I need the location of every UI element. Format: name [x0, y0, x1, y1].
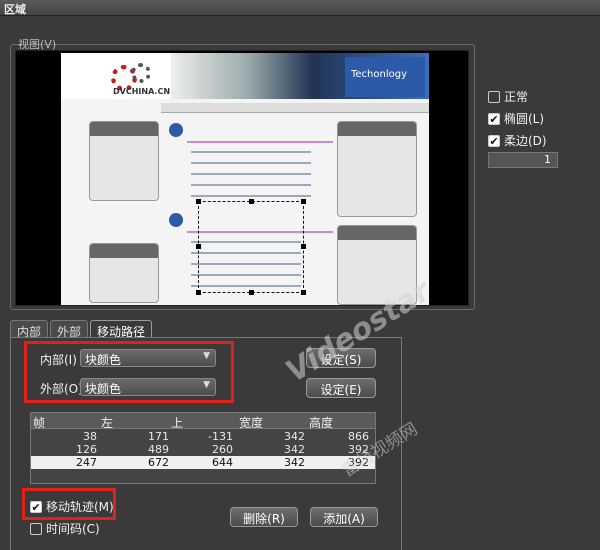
tab-inner[interactable]: 内部 — [10, 320, 49, 339]
section-icon — [169, 213, 183, 227]
option-ellipse[interactable]: ✔ 椭圆(L) — [488, 110, 544, 127]
soft-edge-value-input[interactable]: 1 — [488, 152, 558, 168]
mailbox-box — [89, 243, 159, 303]
table-row[interactable]: 38 171 -131 342 866 — [31, 430, 375, 443]
option-ellipse-label: 椭圆(L) — [504, 112, 545, 126]
table-header: 帧 左 上 宽度 高度 — [31, 413, 375, 430]
resize-handle[interactable] — [196, 199, 201, 204]
webpage-header: DVCHINA.CN Techonlogy — [61, 53, 429, 99]
keyframe-table[interactable]: 帧 左 上 宽度 高度 38 171 -131 342 866 126 489 … — [30, 412, 376, 484]
preview-area[interactable]: DVCHINA.CN Techonlogy — [15, 50, 469, 306]
section-icon — [169, 123, 183, 137]
resize-handle[interactable] — [196, 244, 201, 249]
option-soft-edge-label: 柔边(D) — [504, 134, 547, 148]
resize-handle[interactable] — [249, 290, 254, 295]
highlight-box — [22, 488, 116, 520]
timecode-label: 时间码(C) — [46, 522, 100, 536]
table-row[interactable]: 126 489 260 342 392 — [31, 443, 375, 456]
banner-text: Techonlogy — [345, 57, 425, 97]
table-row-selected[interactable]: 247 672 644 342 392 — [31, 456, 375, 469]
timecode-option[interactable]: 时间码(C) — [30, 520, 100, 537]
article-list — [191, 151, 311, 206]
outer-settings-button[interactable]: 设定(E) — [306, 378, 376, 398]
login-box — [89, 121, 159, 201]
window-title: 区域 — [0, 0, 600, 16]
region-selection[interactable] — [196, 199, 306, 295]
add-button[interactable]: 添加(A) — [310, 507, 378, 527]
highlight-box — [24, 341, 234, 403]
option-normal[interactable]: 正常 — [488, 88, 528, 105]
logo-text: DVCHINA.CN — [113, 87, 171, 96]
option-soft-edge[interactable]: ✔ 柔边(D) — [488, 132, 547, 149]
header-left: 左 — [101, 416, 114, 430]
header-top: 上 — [171, 416, 184, 430]
resize-handle[interactable] — [301, 244, 306, 249]
header-width: 宽度 — [239, 416, 264, 430]
header-height: 高度 — [309, 416, 334, 430]
tab-outer[interactable]: 外部 — [50, 320, 89, 339]
checkbox-normal[interactable] — [488, 90, 500, 103]
checkbox-timecode[interactable] — [30, 522, 42, 535]
gear-icon — [131, 63, 151, 83]
section-divider — [187, 141, 333, 143]
checkbox-ellipse[interactable]: ✔ — [488, 112, 500, 125]
webpage-logo: DVCHINA.CN — [81, 61, 170, 96]
option-normal-label: 正常 — [504, 90, 529, 104]
resize-handle[interactable] — [301, 290, 306, 295]
tab-motion-path[interactable]: 移动路径 — [90, 320, 153, 339]
resize-handle[interactable] — [301, 199, 306, 204]
checkbox-soft-edge[interactable]: ✔ — [488, 134, 500, 147]
webpage-banner: Techonlogy — [171, 53, 429, 99]
tab-bar: 内部 外部 移动路径 — [10, 320, 154, 339]
resize-handle[interactable] — [196, 290, 201, 295]
resize-handle[interactable] — [249, 199, 254, 204]
webpage-nav — [161, 103, 429, 113]
navigation-box — [337, 121, 417, 217]
delete-button[interactable]: 删除(R) — [230, 507, 298, 527]
header-frame: 帧 — [33, 416, 46, 430]
